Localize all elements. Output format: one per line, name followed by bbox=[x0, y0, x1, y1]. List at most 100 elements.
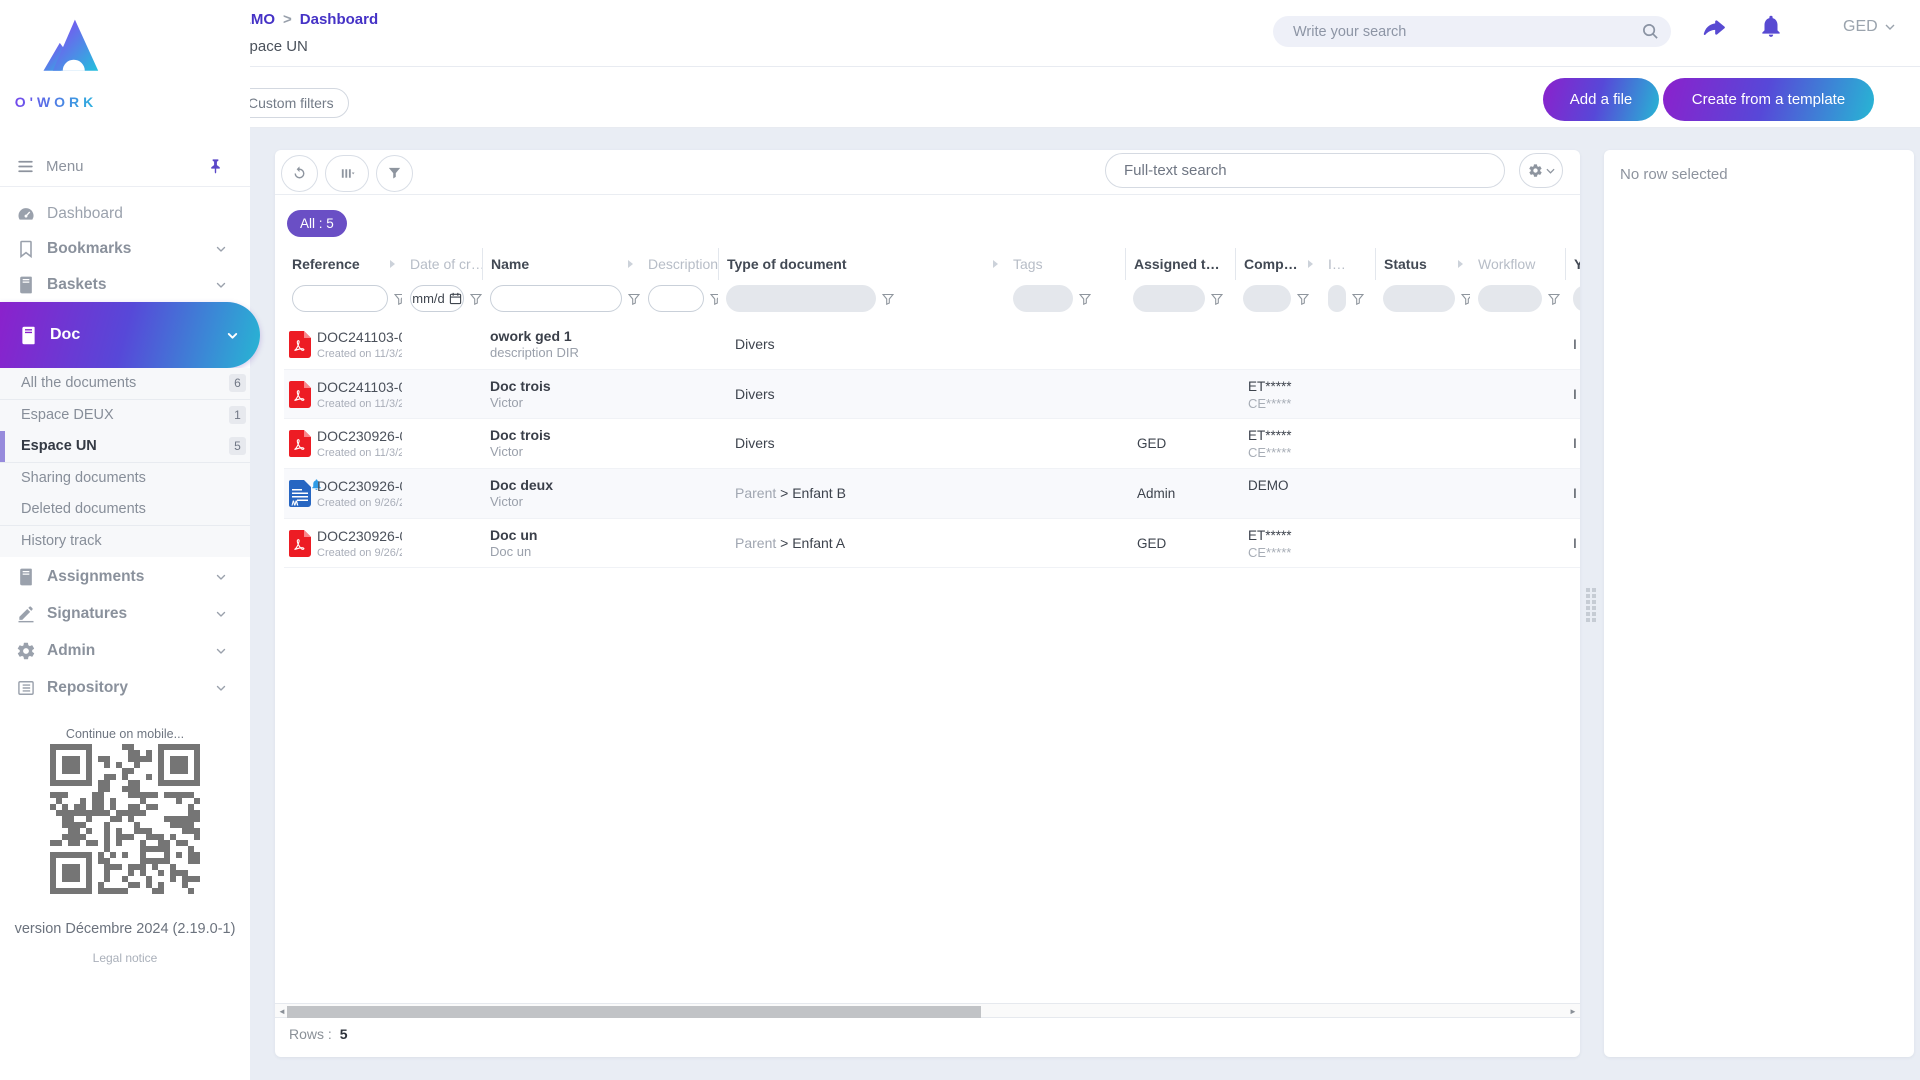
sidebar-item-admin[interactable]: Admin bbox=[0, 632, 250, 669]
table-row[interactable]: DOC241103-01636-0 Created on 11/3/2024 10… bbox=[284, 320, 1580, 370]
all-filter-badge[interactable]: All : 5 bbox=[287, 210, 347, 237]
columns-icon bbox=[341, 169, 355, 178]
sidebar-item-assignments[interactable]: Assignments bbox=[0, 558, 250, 595]
pdf-file-icon bbox=[289, 380, 311, 413]
create-from-template-button[interactable]: Create from a template bbox=[1663, 78, 1874, 121]
company-cell: ET***** CE***** bbox=[1235, 419, 1320, 468]
doc-submenu-item-sharing-documents[interactable]: Sharing documents bbox=[0, 463, 250, 495]
sidebar-item-repository[interactable]: Repository bbox=[0, 669, 250, 706]
column-filter-funnel-icon[interactable] bbox=[1078, 292, 1092, 306]
column-header-y[interactable]: Y… bbox=[1565, 248, 1580, 280]
signature-icon bbox=[16, 604, 36, 624]
filter-input-y bbox=[1573, 284, 1580, 312]
sidebar-item-doc[interactable]: Doc bbox=[0, 302, 260, 368]
doc-submenu-item-all-the-documents[interactable]: All the documents 6 bbox=[0, 368, 250, 400]
sidebar-item-label: Signatures bbox=[47, 604, 128, 622]
scroll-right-arrow[interactable]: ► bbox=[1567, 1006, 1579, 1017]
share-icon[interactable] bbox=[1700, 14, 1726, 40]
sidebar-divider bbox=[0, 186, 250, 187]
column-filter-funnel-icon[interactable] bbox=[1210, 292, 1224, 306]
user-menu[interactable]: GED bbox=[1843, 18, 1895, 36]
column-filter-funnel-icon[interactable] bbox=[1296, 292, 1310, 306]
doc-submenu-item-deleted-documents[interactable]: Deleted documents bbox=[0, 494, 250, 526]
doc-submenu-item-espace-deux[interactable]: Espace DEUX 1 bbox=[0, 400, 250, 432]
column-filter-funnel-icon[interactable] bbox=[469, 292, 482, 306]
column-filter-funnel-icon[interactable] bbox=[1460, 292, 1470, 306]
sidebar-item-signatures[interactable]: Signatures bbox=[0, 595, 250, 632]
doc-submenu-item-history-track[interactable]: History track bbox=[0, 526, 250, 558]
column-header-tags[interactable]: Tags bbox=[1005, 248, 1125, 280]
table-row[interactable]: DOC230926-01609-0 Created on 9/26/2023 3:… bbox=[284, 469, 1580, 519]
pin-icon[interactable] bbox=[207, 158, 224, 175]
sidebar-item-bookmarks[interactable]: Bookmarks bbox=[0, 232, 250, 268]
notifications-bell-icon[interactable] bbox=[1758, 13, 1784, 39]
sidebar-item-baskets[interactable]: Baskets bbox=[0, 267, 250, 303]
dashboard-icon bbox=[16, 204, 36, 224]
version-label: version Décembre 2024 (2.19.0-1) bbox=[14, 921, 236, 937]
column-filter-funnel-icon[interactable] bbox=[1351, 292, 1365, 306]
search-icon[interactable] bbox=[1642, 23, 1659, 40]
sort-arrow-icon[interactable] bbox=[390, 260, 395, 268]
filter-input-name[interactable] bbox=[490, 284, 622, 312]
calendar-icon[interactable] bbox=[449, 292, 462, 305]
filter-cell-date-of-cr: mm/d bbox=[402, 282, 482, 314]
assigned-cell: Admin bbox=[1125, 469, 1235, 518]
column-header-reference[interactable]: Reference bbox=[284, 248, 402, 280]
assigned-to: GED bbox=[1137, 535, 1167, 551]
add-file-button[interactable]: Add a file bbox=[1543, 78, 1659, 121]
scrollbar-thumb[interactable] bbox=[287, 1005, 981, 1018]
panel-resize-handle[interactable] bbox=[1586, 588, 1596, 622]
column-header-description[interactable]: Description bbox=[640, 248, 718, 280]
column-filter-funnel-icon[interactable] bbox=[1547, 292, 1561, 306]
breadcrumb-current[interactable]: Dashboard bbox=[300, 11, 378, 28]
filter-input-date-of-cr[interactable]: mm/d bbox=[410, 284, 464, 312]
column-header-name[interactable]: Name bbox=[482, 248, 640, 280]
chevron-down-icon bbox=[214, 570, 228, 584]
clipped-cell: I bbox=[1565, 419, 1580, 468]
table-row[interactable]: DOC241103-01627-0 Created on 11/3/2024 10… bbox=[284, 369, 1580, 420]
count-badge: 5 bbox=[229, 437, 246, 456]
clipped-cell: I bbox=[1565, 469, 1580, 518]
column-header-workflow[interactable]: Workflow bbox=[1470, 248, 1565, 280]
legal-notice-link[interactable]: Legal notice bbox=[0, 951, 250, 965]
table-row[interactable]: DOC230926-01608-0 Created on 9/26/2023 3:… bbox=[284, 519, 1580, 569]
column-header-assigned-t[interactable]: Assigned t… bbox=[1125, 248, 1235, 280]
column-filter-funnel-icon[interactable] bbox=[881, 292, 895, 306]
column-header-comp[interactable]: Comp… bbox=[1235, 248, 1320, 280]
horizontal-scrollbar[interactable]: ◄ ► bbox=[275, 1003, 1580, 1018]
global-search-input[interactable] bbox=[1293, 16, 1623, 47]
chevron-down-icon bbox=[214, 644, 228, 658]
columns-button[interactable] bbox=[325, 155, 369, 192]
filter-input-description[interactable] bbox=[648, 284, 704, 312]
column-header-type-of-document[interactable]: Type of document bbox=[718, 248, 1005, 280]
sidebar-item-dashboard[interactable]: Dashboard bbox=[0, 196, 250, 232]
refresh-button[interactable] bbox=[281, 155, 318, 192]
sort-arrow-icon[interactable] bbox=[993, 260, 998, 268]
table-row[interactable]: DOC230926-01610-3 Created on 11/3/2024 10… bbox=[284, 419, 1580, 470]
column-filter-funnel-icon[interactable] bbox=[627, 292, 640, 306]
column-header-i[interactable]: I… bbox=[1320, 248, 1375, 280]
sidebar-menu-bottom: Assignments Signatures Admin Repository bbox=[0, 558, 250, 706]
column-filter-funnel-icon[interactable] bbox=[709, 292, 718, 306]
sort-arrow-icon[interactable] bbox=[1308, 260, 1313, 268]
column-header-date-of-cr[interactable]: Date of cr… bbox=[402, 248, 482, 280]
filter-cell-reference bbox=[284, 282, 402, 314]
list-icon bbox=[16, 678, 36, 698]
doc-submenu-item-espace-un[interactable]: Espace UN 5 bbox=[0, 431, 250, 463]
menu-toggle[interactable]: Menu bbox=[0, 148, 250, 184]
column-header-status[interactable]: Status bbox=[1375, 248, 1470, 280]
grid-settings-button[interactable] bbox=[1519, 153, 1563, 188]
assigned-cell bbox=[1125, 370, 1235, 419]
name-cell: Doc un Doc un bbox=[482, 519, 640, 568]
filter-button[interactable] bbox=[376, 155, 413, 192]
table-header-row: Reference Date of cr… Name Description Type … bbox=[284, 248, 1580, 280]
submenu-item-label: Espace UN bbox=[21, 438, 97, 455]
reference-cell: DOC241103-01627-0 Created on 11/3/2024 10… bbox=[284, 370, 402, 419]
fulltext-search-input[interactable] bbox=[1124, 154, 1484, 187]
filter-input-reference[interactable] bbox=[292, 284, 388, 312]
column-filter-funnel-icon[interactable] bbox=[393, 292, 402, 306]
pdf-file-icon bbox=[289, 331, 311, 363]
sort-arrow-icon[interactable] bbox=[628, 260, 633, 268]
chevron-down-icon bbox=[1885, 24, 1895, 30]
sort-arrow-icon[interactable] bbox=[1458, 260, 1463, 268]
